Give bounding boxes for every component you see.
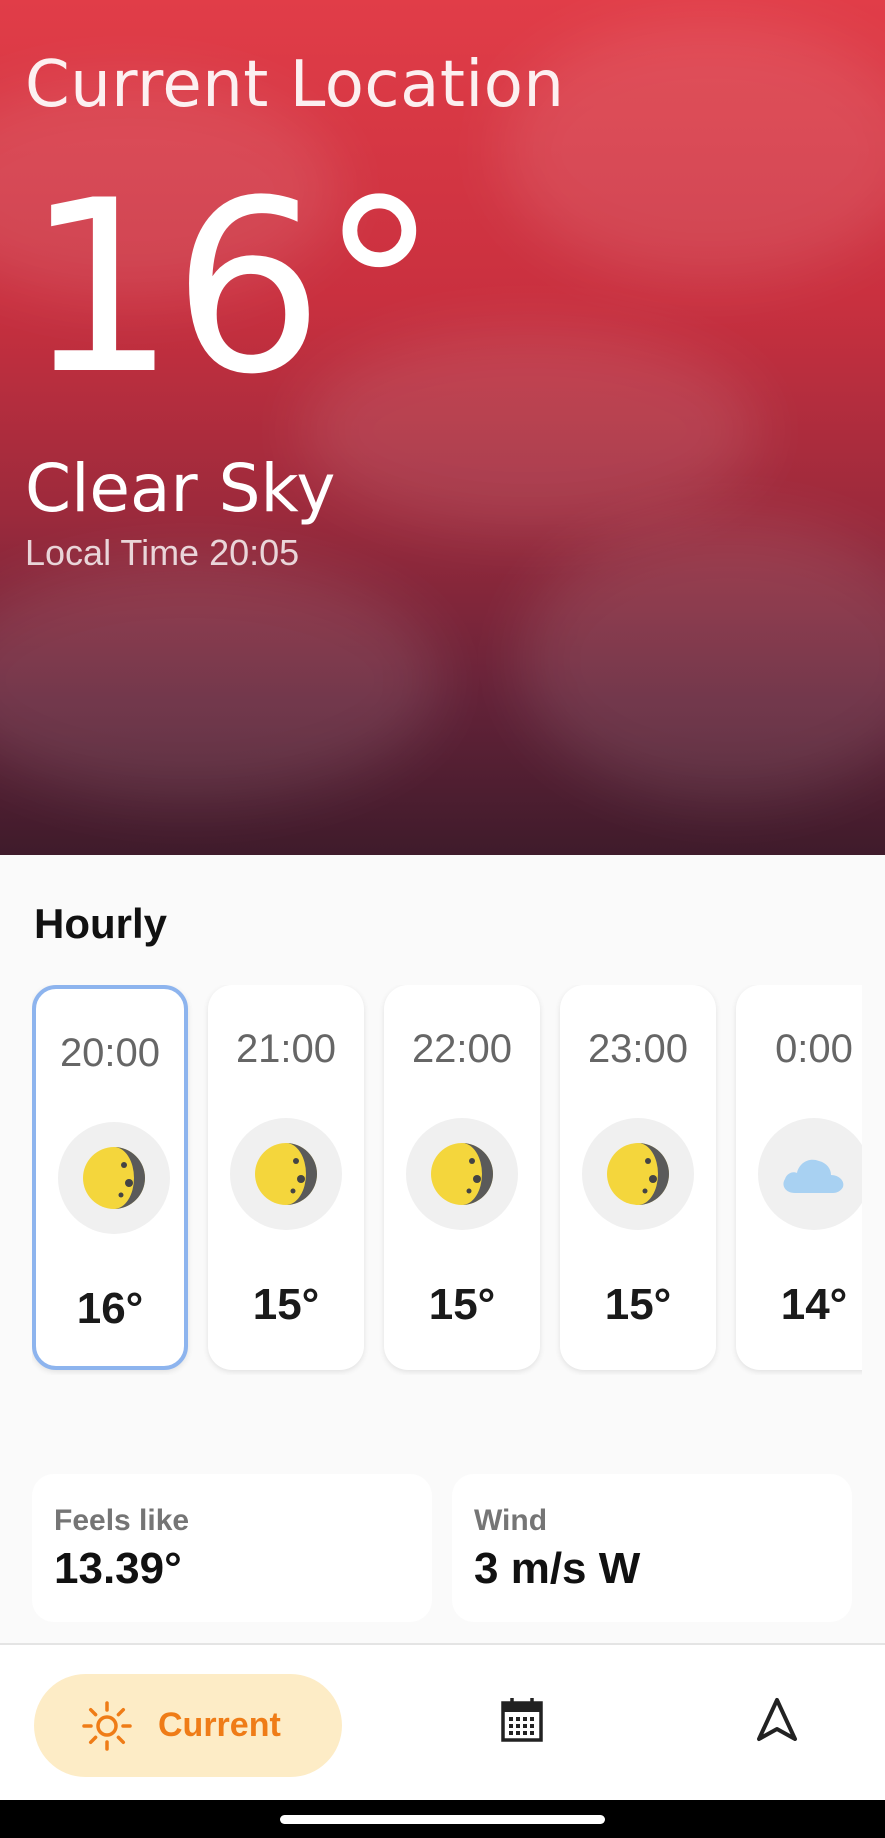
calendar-icon (501, 1698, 543, 1742)
navigation-arrow-icon (757, 1698, 797, 1741)
moon-icon (83, 1147, 145, 1209)
weather-hero: Current Location 16° Clear Sky Local Tim… (0, 0, 885, 855)
hourly-card[interactable]: 20:00 16° (32, 985, 188, 1370)
hour-time: 0:00 (775, 1027, 853, 1071)
hour-temperature: 16° (76, 1284, 144, 1333)
nav-current-button[interactable]: Current (34, 1674, 342, 1777)
nav-current-label: Current (158, 1706, 281, 1744)
wind-card: Wind 3 m/s W (452, 1474, 852, 1622)
location-title: Current Location (25, 48, 565, 122)
hour-time: 21:00 (235, 1027, 337, 1071)
hour-temperature: 15° (252, 1280, 320, 1329)
hourly-card[interactable]: 21:00 15° (208, 985, 364, 1370)
wind-label: Wind (474, 1504, 548, 1537)
hourly-card[interactable]: 23:00 15° (560, 985, 716, 1370)
hour-time: 22:00 (411, 1027, 513, 1071)
bottom-navigation: Current (0, 1643, 885, 1800)
home-gesture-bar[interactable] (280, 1815, 605, 1824)
feels-like-label: Feels like (54, 1504, 190, 1537)
feels-like-card: Feels like 13.39° (32, 1474, 432, 1622)
hourly-forecast-list[interactable]: 20:00 16° 21:00 15° 22:00 15° 23:00 15° … (32, 985, 862, 1375)
sun-icon (82, 1700, 132, 1751)
nav-location-button[interactable] (756, 1697, 798, 1748)
local-time: Local Time 20:05 (25, 532, 300, 573)
hour-time: 20:00 (59, 1031, 161, 1075)
feels-like-value: 13.39° (54, 1544, 182, 1593)
system-gesture-area (0, 1800, 885, 1838)
hour-time: 23:00 (587, 1027, 689, 1071)
hourly-title: Hourly (34, 900, 168, 947)
hourly-card[interactable]: 22:00 15° (384, 985, 540, 1370)
current-temperature: 16° (25, 150, 439, 427)
moon-icon (255, 1143, 317, 1205)
weather-condition: Clear Sky (25, 450, 336, 527)
moon-icon (607, 1143, 669, 1205)
cloud-icon (783, 1159, 844, 1193)
hour-temperature: 15° (604, 1280, 672, 1329)
hour-temperature: 15° (428, 1280, 496, 1329)
nav-calendar-button[interactable] (500, 1697, 544, 1748)
hourly-card[interactable]: 0:00 14° (736, 985, 862, 1370)
wind-value: 3 m/s W (474, 1544, 641, 1593)
hour-temperature: 14° (780, 1280, 848, 1329)
moon-icon (431, 1143, 493, 1205)
